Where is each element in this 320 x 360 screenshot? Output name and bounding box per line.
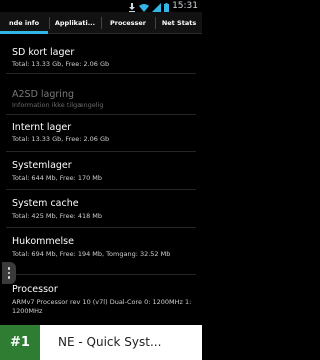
tab-label: Net Stats bbox=[161, 19, 197, 27]
tab-label: nde info bbox=[8, 19, 40, 27]
list-item-memory[interactable]: Hukommelse Total: 694 Mb, Free: 194 Mb, … bbox=[0, 228, 202, 274]
tab-net-stats[interactable]: Net Stats bbox=[156, 12, 202, 34]
item-subtitle: Information ikke tilgængelig bbox=[12, 101, 104, 109]
item-title: Processor bbox=[12, 284, 58, 295]
overflow-menu-handle[interactable] bbox=[2, 262, 16, 284]
item-subtitle: ARMv7 Processor rev 10 (v7l) Dual-Core 0… bbox=[12, 298, 192, 315]
tab-label: Processer bbox=[109, 19, 147, 27]
menu-dot-icon bbox=[7, 271, 11, 275]
status-bar: 15:31 bbox=[0, 0, 202, 12]
item-subtitle: Total: 13.33 Gb, Free: 2.06 Gb bbox=[12, 135, 110, 143]
list-item-a2sd: A2SD lagring Information ikke tilgængeli… bbox=[0, 74, 202, 114]
item-subtitle: Total: 694 Mb, Free: 194 Mb, Tomgang: 32… bbox=[12, 250, 171, 258]
item-title: System cache bbox=[12, 198, 79, 209]
list-item-internal-storage[interactable]: Internt lager Total: 13.33 Gb, Free: 2.0… bbox=[0, 115, 202, 151]
item-title: Systemlager bbox=[12, 160, 72, 171]
tab-processes[interactable]: Processer bbox=[102, 12, 154, 34]
item-subtitle: Total: 644 Mb, Free: 170 Mb bbox=[12, 174, 103, 182]
list-item-system-cache[interactable]: System cache Total: 425 Mb, Free: 418 Mb bbox=[0, 190, 202, 227]
app-title[interactable]: NE - Quick Syst... bbox=[58, 325, 198, 360]
list-item-processor[interactable]: Processor ARMv7 Processor rev 10 (v7l) D… bbox=[0, 275, 202, 325]
item-subtitle: Total: 13.33 Gb, Free: 2.06 Gb bbox=[12, 60, 110, 68]
item-title: Hukommelse bbox=[12, 236, 74, 247]
tab-label: Applikati... bbox=[54, 19, 96, 27]
tab-bar: nde info Applikati... Processer Net Stat… bbox=[0, 12, 202, 34]
tab-applications[interactable]: Applikati... bbox=[50, 12, 100, 34]
menu-dot-icon bbox=[7, 276, 11, 279]
info-list[interactable]: SD kort lager Total: 13.33 Gb, Free: 2.0… bbox=[0, 34, 202, 325]
list-item-sd-card[interactable]: SD kort lager Total: 13.33 Gb, Free: 2.0… bbox=[0, 34, 202, 72]
item-title: A2SD lagring bbox=[12, 89, 74, 100]
item-title: SD kort lager bbox=[12, 47, 75, 58]
tab-device-info[interactable]: nde info bbox=[0, 12, 48, 34]
list-item-system-storage[interactable]: Systemlager Total: 644 Mb, Free: 170 Mb bbox=[0, 152, 202, 189]
status-icons: 15:31 bbox=[128, 0, 198, 12]
item-subtitle: Total: 425 Mb, Free: 418 Mb bbox=[12, 212, 103, 220]
status-time: 15:31 bbox=[172, 1, 198, 11]
app-banner[interactable]: #1 NE - Quick Syst... bbox=[0, 325, 202, 360]
menu-dot-icon bbox=[7, 267, 11, 270]
rank-badge: #1 bbox=[0, 325, 40, 360]
item-title: Internt lager bbox=[12, 122, 72, 133]
